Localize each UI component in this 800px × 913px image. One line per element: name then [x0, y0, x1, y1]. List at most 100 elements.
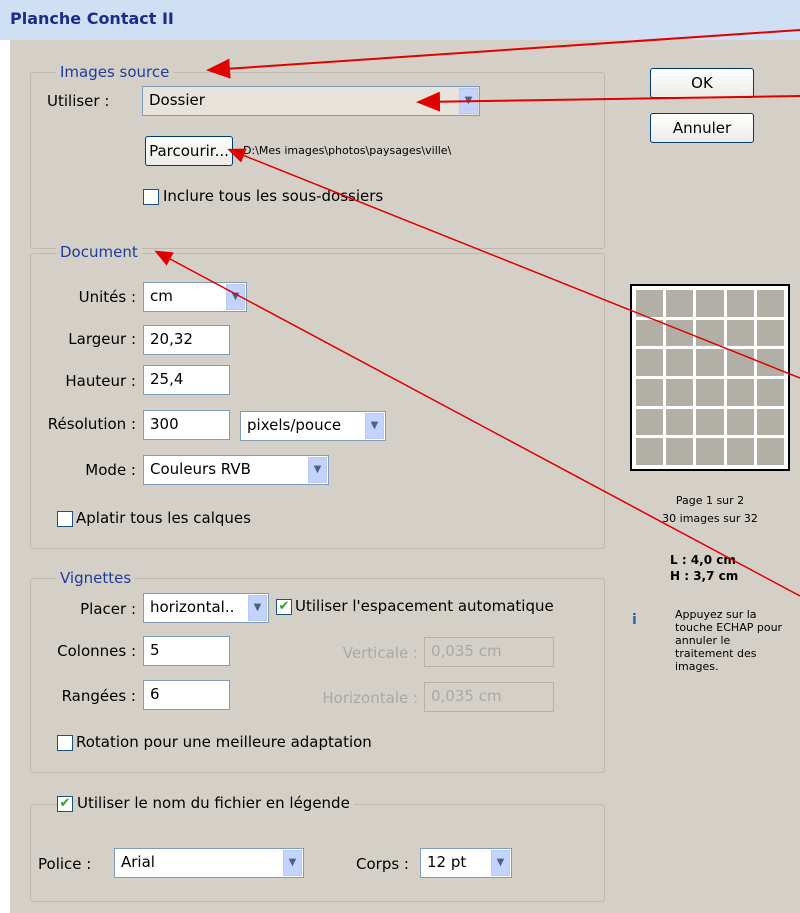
- height-input[interactable]: 25,4: [143, 365, 230, 395]
- subfolders-checkbox[interactable]: [143, 189, 159, 205]
- mode-select-value: Couleurs RVB: [150, 460, 251, 478]
- auto-spacing-checkbox[interactable]: ✔: [276, 599, 292, 615]
- document-legend: Document: [56, 243, 142, 261]
- preview-cell: [756, 349, 784, 376]
- subfolders-label: Inclure tous les sous-dossiers: [163, 187, 384, 205]
- place-select[interactable]: horizontal.. ▼: [143, 593, 269, 623]
- images-count: 30 images sur 32: [662, 512, 758, 525]
- resolution-input[interactable]: 300: [143, 410, 230, 440]
- preview-cell: [666, 319, 694, 347]
- preview-cell: [696, 438, 724, 465]
- preview-cell: [696, 378, 724, 406]
- font-select[interactable]: Arial ▼: [114, 848, 304, 878]
- preview-cell: [756, 408, 784, 436]
- mode-select[interactable]: Couleurs RVB ▼: [143, 455, 329, 485]
- preview-cell: [696, 319, 724, 347]
- preview-cell: [636, 319, 664, 347]
- use-select-value: Dossier: [149, 91, 205, 109]
- preview-cell: [756, 290, 784, 317]
- height-label: Hauteur :: [65, 372, 136, 390]
- caption-legend: Utiliser le nom du fichier en légende: [73, 794, 354, 812]
- preview-cell: [666, 290, 694, 317]
- resolution-label: Résolution :: [47, 415, 136, 433]
- chevron-down-icon: ▼: [226, 284, 245, 310]
- rows-label: Rangées :: [61, 687, 136, 705]
- preview-cell: [726, 290, 754, 317]
- width-label: Largeur :: [68, 330, 136, 348]
- auto-spacing-label: Utiliser l'espacement automatique: [295, 597, 554, 615]
- horizontal-label: Horizontale :: [322, 689, 418, 707]
- preview-cell: [636, 290, 664, 317]
- chevron-down-icon: ▼: [308, 457, 327, 483]
- chevron-down-icon: ▼: [459, 88, 478, 114]
- ok-button[interactable]: OK: [650, 68, 754, 98]
- columns-input[interactable]: 5: [143, 636, 230, 666]
- window-title: Planche Contact II: [10, 9, 174, 28]
- units-label: Unités :: [78, 288, 136, 306]
- units-select-value: cm: [150, 287, 173, 305]
- preview-cell: [756, 319, 784, 347]
- preview-cell: [636, 349, 664, 376]
- thumbnail-height: H : 3,7 cm: [670, 569, 739, 583]
- preview-cell: [726, 349, 754, 376]
- flatten-label: Aplatir tous les calques: [76, 509, 251, 527]
- place-label: Placer :: [80, 600, 136, 618]
- size-label: Corps :: [356, 855, 409, 873]
- preview-cell: [696, 349, 724, 376]
- preview-cell: [696, 290, 724, 317]
- preview-cell: [636, 378, 664, 406]
- preview-cell: [756, 438, 784, 465]
- dialog: Images source Utiliser : Dossier ▼ Parco…: [10, 40, 800, 913]
- source-path: D:\Mes images\photos\paysages\ville\: [243, 144, 452, 157]
- flatten-checkbox[interactable]: [57, 511, 73, 527]
- title-bar: Planche Contact II: [0, 0, 800, 40]
- thumbnails-legend: Vignettes: [56, 569, 136, 587]
- font-select-value: Arial: [121, 853, 155, 871]
- chevron-down-icon: ▼: [491, 850, 510, 876]
- checkmark-icon: ✔: [59, 796, 71, 811]
- width-input[interactable]: 20,32: [143, 325, 230, 355]
- preview-cell: [666, 378, 694, 406]
- use-label: Utiliser :: [47, 92, 110, 110]
- images-source-legend: Images source: [56, 63, 174, 81]
- rotate-label: Rotation pour une meilleure adaptation: [76, 733, 372, 751]
- checkmark-icon: ✔: [278, 599, 290, 614]
- cancel-button[interactable]: Annuler: [650, 113, 754, 143]
- info-icon: i: [632, 612, 637, 628]
- size-select-value: 12 pt: [427, 853, 467, 871]
- font-label: Police :: [38, 855, 92, 873]
- rotate-checkbox[interactable]: [57, 735, 73, 751]
- resolution-unit-select[interactable]: pixels/pouce ▼: [240, 411, 386, 441]
- caption-checkbox[interactable]: ✔: [57, 796, 73, 812]
- preview-cell: [726, 408, 754, 436]
- preview-cell: [696, 408, 724, 436]
- preview-cell: [666, 438, 694, 465]
- place-select-value: horizontal..: [150, 598, 235, 616]
- size-select[interactable]: 12 pt ▼: [420, 848, 512, 878]
- vertical-label: Verticale :: [342, 644, 418, 662]
- preview-cell: [666, 408, 694, 436]
- mode-label: Mode :: [85, 461, 136, 479]
- preview-cell: [666, 349, 694, 376]
- chevron-down-icon: ▼: [365, 413, 384, 439]
- vertical-input[interactable]: 0,035 cm: [424, 637, 554, 667]
- thumbnail-width: L : 4,0 cm: [670, 553, 736, 567]
- preview-cell: [726, 378, 754, 406]
- use-select[interactable]: Dossier ▼: [142, 86, 480, 116]
- preview-cell: [636, 408, 664, 436]
- preview-cell: [756, 378, 784, 406]
- units-select[interactable]: cm ▼: [143, 282, 247, 312]
- chevron-down-icon: ▼: [283, 850, 302, 876]
- horizontal-input[interactable]: 0,035 cm: [424, 682, 554, 712]
- browse-button[interactable]: Parcourir...: [145, 136, 233, 166]
- columns-label: Colonnes :: [57, 642, 136, 660]
- chevron-down-icon: ▼: [248, 595, 267, 621]
- rows-input[interactable]: 6: [143, 680, 230, 710]
- page-count: Page 1 sur 2: [675, 494, 745, 507]
- preview-cell: [636, 438, 664, 465]
- resolution-unit-value: pixels/pouce: [247, 416, 342, 434]
- preview-cell: [726, 438, 754, 465]
- layout-preview: [630, 284, 790, 471]
- preview-cell: [726, 319, 754, 347]
- thumbnail-dimensions: L : 4,0 cm H : 3,7 cm: [670, 552, 738, 584]
